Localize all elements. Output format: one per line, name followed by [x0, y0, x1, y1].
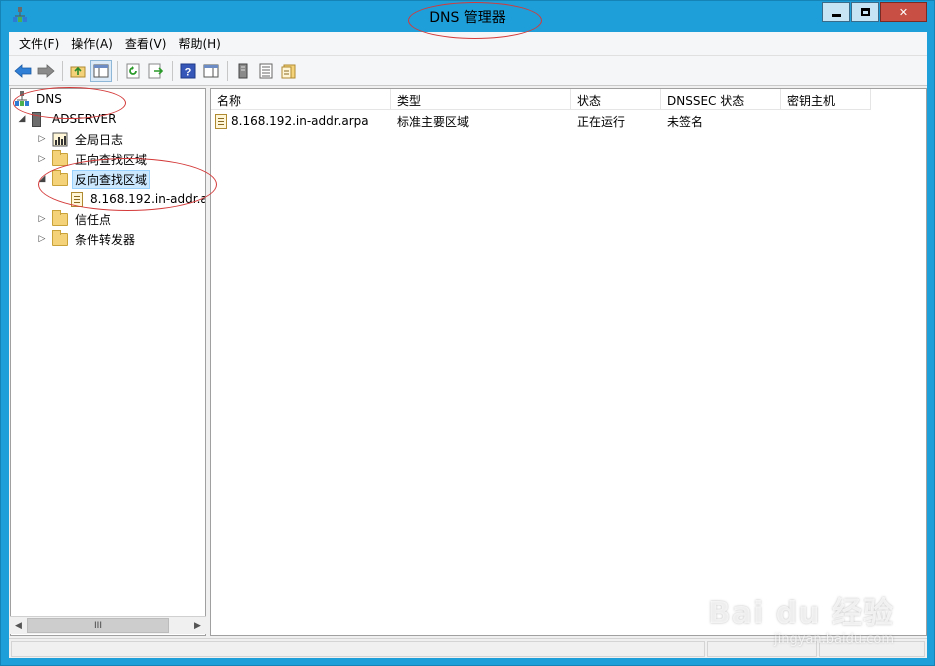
zone-icon [71, 191, 83, 207]
toolbar: ? [9, 56, 927, 86]
app-window: DNS 管理器 ✕ 文件(F) 操作(A) 查看(V) 帮助(H) ? DNS … [0, 0, 935, 666]
properties-icon [281, 64, 296, 78]
folder-icon [52, 229, 68, 246]
help-icon: ? [180, 63, 196, 78]
tree-label: 条件转发器 [75, 232, 136, 247]
tree-label: 正向查找区域 [75, 152, 148, 167]
action-pane-button[interactable] [200, 60, 222, 82]
action-pane-icon [203, 64, 219, 77]
expand-triangle-icon[interactable]: ▷ [37, 154, 47, 164]
back-button[interactable] [12, 60, 34, 82]
list-item[interactable]: 8.168.192.in-addr.arpa 标准主要区域 正在运行 未签名 [211, 111, 871, 131]
scroll-thumb-grip: III [94, 620, 102, 631]
collapse-triangle-icon[interactable]: ◢ [17, 114, 27, 124]
zone-name: 8.168.192.in-addr.arpa [231, 114, 369, 128]
tree-item-global-logs[interactable]: ▷ 全局日志 [37, 129, 126, 149]
server-icon [238, 63, 248, 78]
watermark-logo: Bai du 经验 [707, 596, 894, 631]
event-log-icon [52, 132, 68, 146]
folder-icon [52, 149, 68, 166]
menu-file[interactable]: 文件(F) [13, 33, 65, 54]
svg-text:?: ? [185, 66, 192, 78]
up-folder-icon [70, 66, 86, 77]
tree-label: 全局日志 [75, 132, 124, 147]
up-one-level-button[interactable] [67, 60, 89, 82]
tree-item-dns-root[interactable]: DNS [15, 89, 65, 109]
toolbar-separator [172, 60, 173, 81]
toolbar-separator [62, 60, 63, 81]
scroll-left-icon[interactable]: ◀ [10, 617, 27, 634]
tree-label: ADSERVER [52, 112, 117, 126]
forward-arrow-icon [37, 63, 55, 78]
server-button[interactable] [232, 60, 254, 82]
tree-item-forward-lookup-zones[interactable]: ▷ 正向查找区域 [37, 149, 150, 169]
menu-bar: 文件(F) 操作(A) 查看(V) 帮助(H) [9, 32, 927, 56]
close-button[interactable]: ✕ [880, 2, 927, 22]
tree-item-server[interactable]: ◢ ADSERVER [17, 109, 119, 129]
title-bar[interactable]: DNS 管理器 ✕ [1, 1, 934, 32]
list-icon [259, 63, 273, 78]
back-arrow-icon [14, 63, 32, 78]
zone-icon [215, 113, 227, 129]
scroll-right-icon[interactable]: ▶ [189, 617, 206, 634]
tree-item-conditional-forwarders[interactable]: ▷ 条件转发器 [37, 229, 138, 249]
menu-help[interactable]: 帮助(H) [172, 33, 226, 54]
column-header-type[interactable]: 类型 [391, 89, 571, 110]
results-pane: 名称 类型 状态 DNSSEC 状态 密钥主机 8.168.192.in-add… [210, 88, 927, 636]
menu-action[interactable]: 操作(A) [65, 33, 119, 54]
maximize-button[interactable] [851, 2, 879, 22]
tree-label: 反向查找区域 [72, 169, 151, 189]
status-segment [11, 641, 705, 657]
tree-label: 8.168.192.in-addr.a [90, 192, 206, 206]
close-icon: ✕ [898, 5, 909, 19]
help-button[interactable]: ? [177, 60, 199, 82]
list-header: 名称 类型 状态 DNSSEC 状态 密钥主机 [211, 89, 871, 110]
folder-icon [52, 169, 68, 186]
show-console-tree-button[interactable] [90, 59, 112, 82]
expand-triangle-icon[interactable]: ▷ [37, 234, 47, 244]
window-title: DNS 管理器 [429, 10, 506, 26]
dns-icon [15, 91, 29, 106]
caption-buttons: ✕ [821, 2, 927, 22]
menu-view[interactable]: 查看(V) [119, 33, 173, 54]
collapse-triangle-icon[interactable]: ◢ [37, 174, 47, 184]
export-list-icon [148, 63, 164, 78]
console-tree: DNS ◢ ADSERVER ▷ 全局日志 ▷ 正向查找区域 ◢ 反向查找区域 [10, 88, 206, 636]
minimize-button[interactable] [822, 2, 850, 22]
scroll-thumb[interactable]: III [27, 618, 169, 633]
maximize-icon [860, 8, 870, 16]
column-header-key-master[interactable]: 密钥主机 [781, 89, 871, 110]
server-icon [32, 111, 41, 127]
toolbar-separator [227, 60, 228, 81]
tree-item-reverse-zone[interactable]: 8.168.192.in-addr.a [71, 189, 206, 209]
column-header-dnssec-status[interactable]: DNSSEC 状态 [661, 89, 781, 110]
refresh-icon [126, 63, 140, 78]
cell-name: 8.168.192.in-addr.arpa [211, 113, 391, 129]
column-header-status[interactable]: 状态 [571, 89, 661, 110]
watermark: Bai du 经验 jingyan.baidu.com [708, 588, 894, 647]
toolbar-separator [117, 60, 118, 81]
tree-horizontal-scrollbar[interactable]: ◀ III ▶ [10, 616, 206, 634]
tree-item-trust-points[interactable]: ▷ 信任点 [37, 209, 114, 229]
refresh-button[interactable] [122, 60, 144, 82]
list-view-button[interactable] [255, 60, 277, 82]
minimize-icon [831, 13, 841, 17]
forward-button[interactable] [35, 60, 57, 82]
cell-dnssec: 未签名 [667, 114, 704, 129]
cell-type: 标准主要区域 [397, 114, 470, 129]
tree-item-reverse-lookup-zones[interactable]: ◢ 反向查找区域 [37, 169, 151, 189]
client-area: 文件(F) 操作(A) 查看(V) 帮助(H) ? DNS ◢ ADSERVER… [9, 32, 927, 658]
cell-status: 正在运行 [577, 114, 626, 129]
column-header-name[interactable]: 名称 [211, 89, 391, 110]
properties-button[interactable] [278, 60, 300, 82]
tree-label: 信任点 [75, 212, 112, 227]
console-tree-icon [93, 64, 109, 77]
tree-label: DNS [36, 92, 62, 106]
expand-triangle-icon[interactable]: ▷ [37, 214, 47, 224]
export-list-button[interactable] [145, 60, 167, 82]
folder-icon [52, 209, 68, 226]
expand-triangle-icon[interactable]: ▷ [37, 134, 47, 144]
watermark-url: jingyan.baidu.com [774, 632, 894, 647]
